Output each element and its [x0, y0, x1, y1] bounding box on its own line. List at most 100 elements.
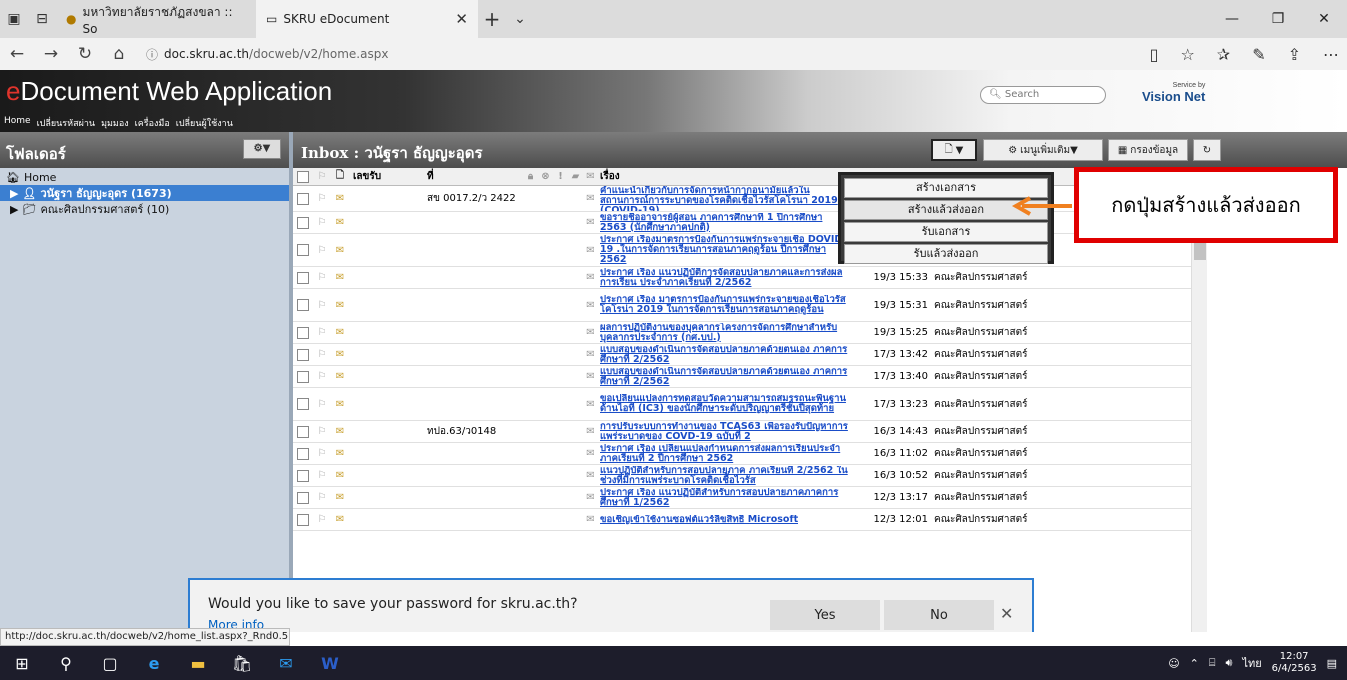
menu-change-password[interactable]: เปลี่ยนรหัสผ่าน [37, 116, 95, 130]
subject-link[interactable]: ประกาศ เรื่อง มาตรการป้องกันการแพร่กระจา… [600, 295, 848, 315]
language-indicator[interactable]: ไทย [1242, 654, 1261, 672]
row-checkbox[interactable] [297, 491, 309, 504]
clock[interactable]: 12:07 6/4/2563 [1272, 651, 1317, 675]
column-document-number[interactable]: ที่ [423, 168, 523, 185]
row-checkbox[interactable] [297, 326, 309, 339]
row-checkbox[interactable] [297, 447, 309, 460]
table-row[interactable]: ⚐ ✉ ✉ ขอเปลี่ยนแปลงการทดสอบวัดความสามารถสมร… [293, 388, 1191, 421]
subject-link[interactable]: ประกาศ เรื่อง แนวปฏิบัติสำหรับการสอบปลาย… [600, 488, 848, 508]
subject-link[interactable]: ประกาศ เรื่อง เปลี่ยนแปลงกำหนดการส่งผลกา… [600, 444, 848, 464]
close-icon[interactable]: ✕ [1000, 604, 1013, 623]
flag-icon[interactable]: ⚐ [313, 509, 331, 530]
column-subject[interactable]: เรื่อง [598, 168, 848, 185]
new-tab-icon[interactable]: + [478, 0, 506, 38]
flag-icon[interactable]: ⚐ [313, 322, 331, 343]
flag-icon[interactable]: ⚐ [313, 465, 331, 486]
back-icon[interactable]: ← [0, 44, 34, 64]
mail-column-icon[interactable]: ✉ [583, 168, 598, 185]
row-checkbox[interactable] [297, 370, 309, 383]
select-all-checkbox[interactable] [297, 170, 309, 183]
more-menu-button[interactable]: ⚙ เมนูเพิ่มเติม▼ [983, 139, 1103, 161]
table-row[interactable]: ⚐ ✉ ✉ แบบสอบของดำเนินการจัดสอบปลายภาคด้วยตน… [293, 344, 1191, 366]
table-row[interactable]: ⚐ ✉ ✉ ประกาศ เรื่อง แนวปฏิบัติการจัดสอบปลาย… [293, 267, 1191, 289]
table-row[interactable]: ⚐ ✉ ✉ ประกาศ เรื่องมาตรการป้องกันการแพร่กระ… [293, 234, 1191, 267]
file-explorer-icon[interactable]: ▬ [176, 646, 220, 680]
tab-preview-icon[interactable]: ⊟ [28, 0, 56, 38]
priority-column-icon[interactable]: ! [553, 168, 568, 185]
table-row[interactable]: ⚐ ✉ ✉ ประกาศ เรื่อง มาตรการป้องกันการแพร่กร… [293, 289, 1191, 322]
subject-link[interactable]: คำแนะนำเกี่ยวกับการจัดการหน้ากากอนามัยแล… [600, 186, 848, 211]
subject-link[interactable]: แบบสอบของดำเนินการจัดสอบปลายภาคด้วยตนเอง… [600, 345, 848, 365]
refresh-icon[interactable]: ↻ [68, 44, 102, 64]
row-checkbox[interactable] [297, 271, 309, 284]
row-checkbox[interactable] [297, 244, 309, 256]
store-icon[interactable]: 🛍︎ [220, 646, 264, 680]
subject-link[interactable]: ประกาศ เรื่อง แนวปฏิบัติการจัดสอบปลายภาค… [600, 268, 848, 288]
favorites-hub-icon[interactable]: ✰ [1217, 45, 1230, 64]
subject-link[interactable]: แบบสอบของดำเนินการจัดสอบปลายภาคด้วยตนเอง… [600, 367, 848, 387]
row-checkbox[interactable] [297, 398, 309, 410]
flag-icon[interactable]: ⚐ [313, 366, 331, 387]
mail-icon[interactable]: ✉ [264, 646, 308, 680]
notification-icon[interactable]: ▤ [1327, 657, 1337, 670]
folder-home[interactable]: 🏠︎ Home [0, 169, 289, 185]
close-tab-icon[interactable]: ✕ [455, 10, 468, 28]
search-input[interactable]: 🔍︎ Search [980, 86, 1106, 104]
flag-icon[interactable]: ⚐ [313, 344, 331, 365]
cancel-column-icon[interactable]: ⊗ [538, 168, 553, 185]
flag-icon[interactable]: ⚐ [313, 267, 331, 288]
home-icon[interactable]: ⌂ [102, 44, 136, 64]
pen-icon[interactable]: ✎ [1252, 45, 1265, 64]
menu-view[interactable]: มุมมอง [101, 116, 129, 130]
doc-column-icon[interactable]: 🗋︎ [331, 168, 349, 185]
row-checkbox[interactable] [297, 299, 309, 311]
row-checkbox[interactable] [297, 425, 309, 438]
menu-switch-user[interactable]: เปลี่ยนผู้ใช้งาน [176, 116, 233, 130]
flag-icon[interactable]: ⚐ [313, 487, 331, 508]
flag-icon[interactable]: ⚐ [313, 234, 331, 266]
favorite-star-icon[interactable]: ☆ [1180, 45, 1194, 64]
tray-chevron-icon[interactable]: ⌃ [1190, 657, 1199, 670]
more-icon[interactable]: ⋯ [1323, 45, 1339, 64]
new-document-button[interactable]: 🗋︎ ▼ [931, 139, 977, 161]
subject-link[interactable]: ผลการปฏิบัติงานของบุคลากรโครงการจัดการศึ… [600, 323, 848, 343]
menu-tools[interactable]: เครื่องมือ [135, 116, 170, 130]
minimize-icon[interactable]: — [1209, 0, 1255, 38]
browser-tab-university[interactable]: ● มหาวิทยาลัยราชภัฏสงขลา :: So [56, 0, 256, 38]
network-icon[interactable]: ⌸ [1209, 656, 1216, 670]
tab-actions-icon[interactable]: ▣ [0, 0, 28, 38]
browser-tab-edocument[interactable]: ▭ SKRU eDocument ✕ [256, 0, 478, 38]
flag-icon[interactable]: ⚐ [313, 212, 331, 233]
flag-icon[interactable]: ⚐ [313, 388, 331, 420]
save-password-no-button[interactable]: No [884, 600, 994, 630]
subject-link[interactable]: ขอเปลี่ยนแปลงการทดสอบวัดความสามารถสมรรถน… [600, 394, 848, 414]
table-row[interactable]: ⚐ ✉ ทปอ.63/ว0148 ✉ การปรับระบบการทำงานของ TC… [293, 421, 1191, 443]
flag-icon[interactable]: ⚐ [313, 289, 331, 321]
tab-list-chevron-icon[interactable]: ⌄ [506, 0, 534, 38]
table-row[interactable]: ⚐ ✉ ✉ แบบสอบของดำเนินการจัดสอบปลายภาคด้วยตน… [293, 366, 1191, 388]
subject-link[interactable]: ประกาศ เรื่องมาตรการป้องกันการแพร่กระจาย… [600, 235, 848, 265]
table-row[interactable]: ⚐ ✉ ✉ ขอเชิญเข้าใช้งานซอฟต์แวร์ลิขสิทธิ์ Mi… [293, 509, 1191, 531]
edge-icon[interactable]: e [132, 646, 176, 680]
folder-user-inbox[interactable]: ▶ 👤︎ วนัฐรา ธัญญะอุดร (1673) [0, 185, 289, 201]
menu-home[interactable]: Home [4, 116, 31, 130]
row-checkbox[interactable] [297, 469, 309, 482]
table-row[interactable]: ⚐ ✉ ✉ ประกาศ เรื่อง เปลี่ยนแปลงกำหนดการส่งผ… [293, 443, 1191, 465]
table-row[interactable]: ⚐ ✉ ✉ ผลการปฏิบัติงานของบุคลากรโครงการจัดกา… [293, 322, 1191, 344]
menu-receive-and-send[interactable]: รับแล้วส่งออก [844, 244, 1048, 264]
save-password-yes-button[interactable]: Yes [770, 600, 880, 630]
row-checkbox[interactable] [297, 192, 309, 205]
menu-receive-document[interactable]: รับเอกสาร [844, 222, 1048, 242]
tag-column-icon[interactable]: ▰ [568, 168, 583, 185]
subject-link[interactable]: ขอเชิญเข้าใช้งานซอฟต์แวร์ลิขสิทธิ์ Micro… [600, 515, 798, 525]
refresh-list-button[interactable]: ↻ [1193, 139, 1221, 161]
share-icon[interactable]: ⇪ [1288, 45, 1301, 64]
subject-link[interactable]: ขอรายชื่ออาจารย์ผู้สอน ภาคการศึกษาที่ 1 … [600, 213, 848, 233]
restore-icon[interactable]: ❐ [1255, 0, 1301, 38]
folder-settings-button[interactable]: ⚙▼ [243, 139, 281, 159]
flag-column-icon[interactable]: ⚐ [313, 168, 331, 185]
folder-faculty[interactable]: ▶ 📁︎ คณะศิลปกรรมศาสตร์ (10) [0, 201, 289, 217]
people-icon[interactable]: ☺ [1168, 657, 1179, 670]
column-receive-number[interactable]: เลขรับ [349, 168, 423, 185]
table-row[interactable]: ⚐ ✉ ✉ แนวปฏิบัติสำหรับการสอบปลายภาค ภาคเรีย… [293, 465, 1191, 487]
